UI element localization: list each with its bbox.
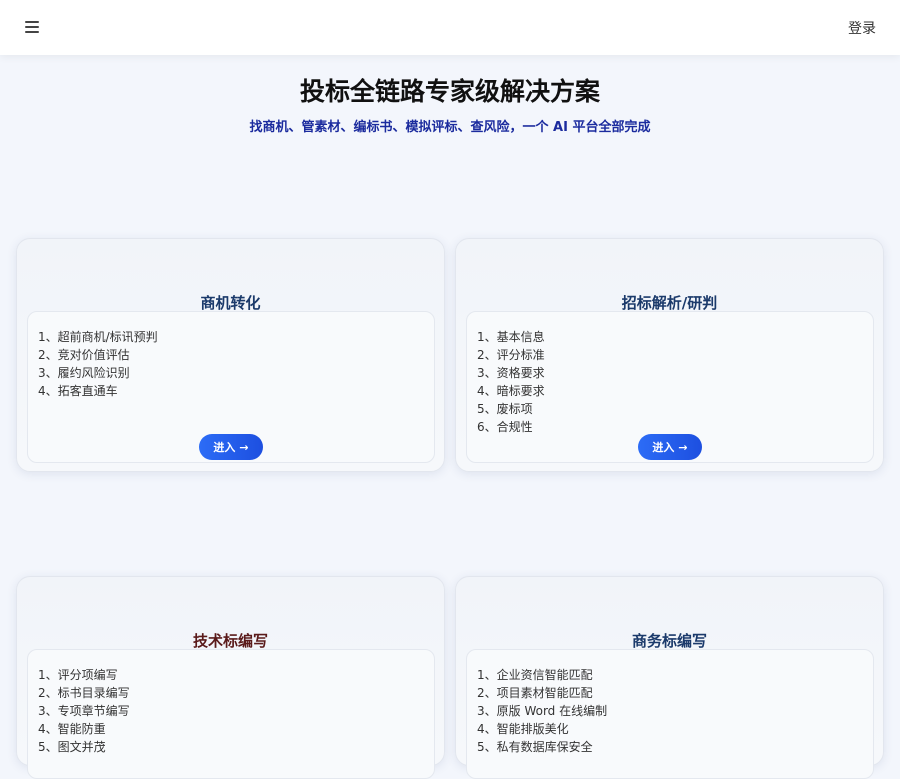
- list-item: 5、废标项: [477, 402, 533, 416]
- enter-button[interactable]: 进入 →: [199, 434, 263, 460]
- list-item: 4、暗标要求: [477, 384, 545, 398]
- list-item: 4、拓客直通车: [38, 384, 118, 398]
- list-item: 5、图文并茂: [38, 740, 106, 754]
- arrow-right-icon: →: [239, 440, 249, 454]
- enter-button-label: 进入: [213, 441, 236, 454]
- card-content: 1、企业资信智能匹配 2、项目素材智能匹配 3、原版 Word 在线编制 4、智…: [466, 649, 874, 779]
- card-title: 技术标编写: [192, 632, 268, 650]
- list-item: 4、智能防重: [38, 722, 106, 736]
- list-item: 3、原版 Word 在线编制: [477, 704, 608, 718]
- list-item: 2、项目素材智能匹配: [477, 686, 593, 700]
- arrow-right-icon: →: [678, 440, 688, 454]
- list-item: 1、评分项编写: [38, 668, 118, 682]
- hamburger-menu-icon[interactable]: [25, 21, 39, 33]
- list-item: 3、资格要求: [477, 366, 545, 380]
- feature-list: 1、企业资信智能匹配 2、项目素材智能匹配 3、原版 Word 在线编制 4、智…: [467, 650, 873, 756]
- feature-list: 1、基本信息 2、评分标准 3、资格要求 4、暗标要求 5、废标项 6、合规性: [467, 312, 873, 436]
- card-content: 1、评分项编写 2、标书目录编写 3、专项章节编写 4、智能防重 5、图文并茂: [27, 649, 435, 779]
- card-title: 商务标编写: [631, 632, 707, 650]
- list-item: 3、专项章节编写: [38, 704, 130, 718]
- card-business-conversion: 商机转化 1、超前商机/标讯预判 2、竞对价值评估 3、履约风险识别 4、拓客直…: [16, 238, 445, 472]
- card-technical-bid: 技术标编写 1、评分项编写 2、标书目录编写 3、专项章节编写 4、智能防重 5…: [16, 576, 445, 779]
- list-item: 3、履约风险识别: [38, 366, 130, 380]
- enter-button-label: 进入: [652, 441, 675, 454]
- feature-list: 1、评分项编写 2、标书目录编写 3、专项章节编写 4、智能防重 5、图文并茂: [28, 650, 434, 756]
- list-item: 2、竞对价值评估: [38, 348, 130, 362]
- card-tender-analysis: 招标解析/研判 1、基本信息 2、评分标准 3、资格要求 4、暗标要求 5、废标…: [455, 238, 884, 472]
- login-button[interactable]: 登录: [848, 18, 876, 38]
- list-item: 2、标书目录编写: [38, 686, 130, 700]
- list-item: 1、企业资信智能匹配: [477, 668, 593, 682]
- list-item: 4、智能排版美化: [477, 722, 569, 736]
- card-title: 商机转化: [200, 294, 261, 312]
- enter-button[interactable]: 进入 →: [638, 434, 702, 460]
- card-commercial-bid: 商务标编写 1、企业资信智能匹配 2、项目素材智能匹配 3、原版 Word 在线…: [455, 576, 884, 779]
- page-title: 投标全链路专家级解决方案: [299, 77, 600, 106]
- list-item: 5、私有数据库保安全: [477, 740, 593, 754]
- list-item: 2、评分标准: [477, 348, 545, 362]
- page-subtitle: 找商机、管素材、编标书、模拟评标、查风险，一个 AI 平台全部完成: [249, 120, 651, 135]
- feature-list: 1、超前商机/标讯预判 2、竞对价值评估 3、履约风险识别 4、拓客直通车: [28, 312, 434, 400]
- card-content: 1、基本信息 2、评分标准 3、资格要求 4、暗标要求 5、废标项 6、合规性 …: [466, 311, 874, 463]
- top-bar: 登录: [0, 0, 900, 55]
- list-item: 1、超前商机/标讯预判: [38, 330, 158, 344]
- card-content: 1、超前商机/标讯预判 2、竞对价值评估 3、履约风险识别 4、拓客直通车 进入…: [27, 311, 435, 463]
- list-item: 1、基本信息: [477, 330, 545, 344]
- card-title: 招标解析/研判: [621, 294, 718, 312]
